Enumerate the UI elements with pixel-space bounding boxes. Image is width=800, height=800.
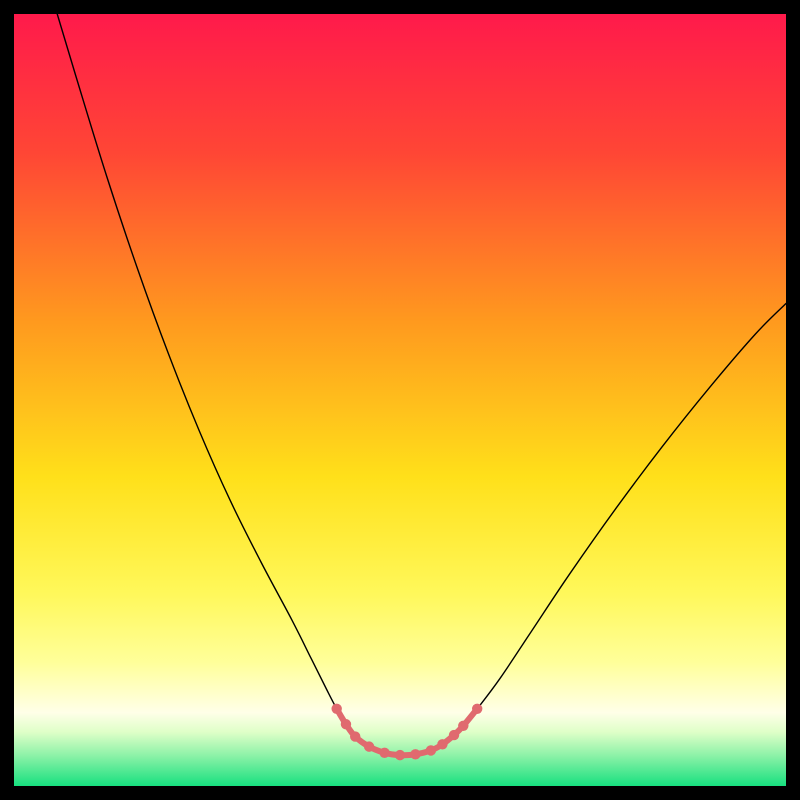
- marker-band-marker: [350, 731, 360, 741]
- marker-band-marker: [458, 721, 468, 731]
- marker-band-marker: [364, 741, 374, 751]
- marker-band-marker: [395, 750, 405, 760]
- marker-band-marker: [341, 719, 351, 729]
- marker-band-marker: [331, 704, 341, 714]
- marker-band-marker: [472, 704, 482, 714]
- marker-band-marker: [410, 749, 420, 759]
- marker-band-marker: [426, 745, 436, 755]
- marker-band-marker: [379, 748, 389, 758]
- bottleneck-chart: [14, 14, 786, 786]
- marker-band-marker: [437, 739, 447, 749]
- gradient-background: [14, 14, 786, 786]
- chart-frame: TheBottleneck.com: [14, 14, 786, 786]
- marker-band-marker: [449, 730, 459, 740]
